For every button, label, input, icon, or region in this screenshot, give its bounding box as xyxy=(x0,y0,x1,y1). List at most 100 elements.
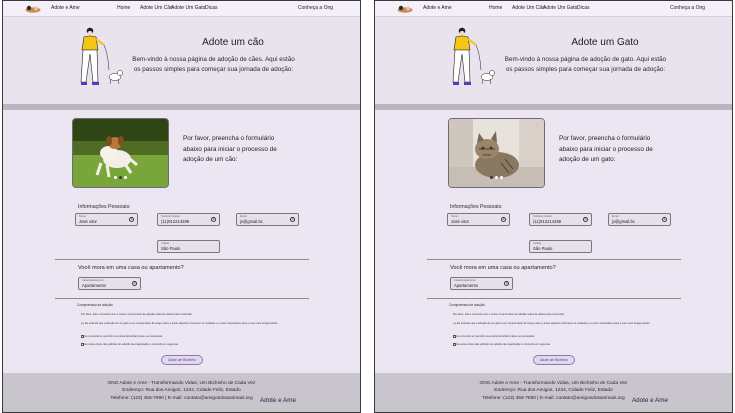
field-label: Nome xyxy=(79,215,86,218)
clear-icon[interactable]: × xyxy=(583,217,588,222)
clear-icon[interactable]: × xyxy=(501,217,506,222)
field-label: Nome xyxy=(451,215,458,218)
hero-section: Adote um cão Bem-vindo à nossa página de… xyxy=(3,18,360,104)
nav-dicas[interactable]: Dicas xyxy=(577,5,590,11)
field-value: Apartamento xyxy=(82,283,106,288)
pet-photo-carousel[interactable] xyxy=(448,118,545,188)
carousel-dot[interactable] xyxy=(495,176,498,179)
footer-brand: Adote e Ame xyxy=(259,397,296,404)
divider xyxy=(55,298,309,299)
personal-info-heading: Informações Pessoais: xyxy=(78,204,131,210)
housing-question: Você mora em uma casa ou apartamento? xyxy=(78,265,184,271)
carousel-dot-active[interactable] xyxy=(119,176,122,179)
top-nav: Adote e Ame Home Adote Um Cão Adote Um G… xyxy=(375,1,732,17)
checkbox[interactable] xyxy=(81,343,84,346)
checkbox[interactable] xyxy=(81,335,84,338)
footer: ONG Adote e Ame - Transformando Vidas, U… xyxy=(375,373,732,412)
field-label: Email xyxy=(612,215,619,218)
divider xyxy=(427,298,681,299)
field-value: São Paulo xyxy=(161,246,181,251)
field-label: Casa/Apartamento xyxy=(454,279,476,282)
page-title: Adote um Gato xyxy=(571,37,639,48)
footer-contact: Telefone: (123) 456-7890 | E-mail: conta… xyxy=(110,396,253,401)
nav-dicas[interactable]: Dicas xyxy=(205,5,218,11)
adoption-page-dog: Adote e Ame Home Adote Um Cão Adote Um G… xyxy=(2,0,361,413)
footer-tagline: ONG Adote e Ame - Transformando Vidas, U… xyxy=(479,381,628,386)
housing-question: Você mora em uma casa ou apartamento? xyxy=(450,265,556,271)
pet-photo-carousel[interactable] xyxy=(72,118,169,188)
commitment-item-3[interactable]: Eu estou ciente das políticas de adoção … xyxy=(453,343,675,346)
carousel-indicators xyxy=(449,166,544,184)
clear-icon[interactable]: × xyxy=(132,281,137,286)
carousel-dot-active[interactable] xyxy=(490,176,493,179)
carousel-dot[interactable] xyxy=(500,176,503,179)
field-label: Email xyxy=(240,215,247,218)
welcome-text: Bem-vindo à nossa página de adoção de cã… xyxy=(132,56,295,73)
nav-adote-gato[interactable]: Adote Um Gato xyxy=(171,5,205,11)
checkbox-label: Eu estou ciente das políticas de adoção … xyxy=(456,343,551,346)
footer-tagline: ONG Adote e Ame - Transformando Vidas, U… xyxy=(107,381,256,386)
field-value: (11)912214289 xyxy=(161,219,190,224)
footer-address: Endereço: Rua dos Amigos, 1234, Cidade F… xyxy=(122,388,241,393)
brand-name[interactable]: Adote e Ame xyxy=(423,5,452,11)
phone-field[interactable]: Telefone Celular (11)912214289 × xyxy=(157,213,220,226)
logo-icon[interactable] xyxy=(397,4,413,13)
nav-home[interactable]: Home xyxy=(117,5,130,11)
checkbox[interactable] xyxy=(453,335,456,338)
commitment-intro: Por favor, leia e concorde com o nosso c… xyxy=(453,313,565,316)
commitment-item-2[interactable]: Eu concordo em permitir uma visita domic… xyxy=(81,335,303,338)
field-label: Telefone Celular xyxy=(161,215,180,218)
logo-icon[interactable] xyxy=(25,4,41,13)
divider-band xyxy=(3,104,360,110)
welcome-text: Bem-vindo à nossa página de adoção de ga… xyxy=(504,56,667,73)
divider xyxy=(55,259,309,260)
commitment-heading: Compromisso de adoção: xyxy=(77,303,114,307)
name-field[interactable]: Nome José vitor × xyxy=(75,213,138,226)
form-intro-text: Por favor, preencha o formulário abaixo … xyxy=(183,135,277,163)
carousel-dot[interactable] xyxy=(114,176,117,179)
field-label: Cidade xyxy=(161,242,170,245)
phone-field[interactable]: Telefone Celular (11)912214289 × xyxy=(529,213,592,226)
nav-adote-gato[interactable]: Adote Um Gato xyxy=(543,5,577,11)
nav-home[interactable]: Home xyxy=(489,5,502,11)
email-field[interactable]: Email jv@gmail.bc × xyxy=(608,213,671,226)
carousel-dot[interactable] xyxy=(124,176,127,179)
person-walking-dog-illustration xyxy=(452,27,495,85)
divider-band xyxy=(375,104,732,110)
adopt-submit-button[interactable]: Adote um Bichinho xyxy=(533,355,575,365)
clear-icon[interactable]: × xyxy=(662,217,667,222)
person-walking-dog-illustration xyxy=(80,27,123,85)
clear-icon[interactable]: × xyxy=(290,217,295,222)
clear-icon[interactable]: × xyxy=(129,217,134,222)
name-field[interactable]: Nome José vitor × xyxy=(447,213,510,226)
field-value: Apartamento xyxy=(454,283,478,288)
email-field[interactable]: Email jv@gmail.bc × xyxy=(236,213,299,226)
field-value: São Paulo xyxy=(533,246,553,251)
footer: ONG Adote e Ame - Transformando Vidas, U… xyxy=(3,373,360,412)
nav-adote-cao[interactable]: Adote Um Cão xyxy=(512,5,545,11)
commitment-item-3[interactable]: Eu estou ciente das políticas de adoção … xyxy=(81,343,303,346)
brand-name[interactable]: Adote e Ame xyxy=(51,5,80,11)
nav-conheca-ong[interactable]: Conheça a Ong xyxy=(670,5,705,11)
housing-select[interactable]: Casa/Apartamento Apartamento × xyxy=(78,277,141,290)
city-field[interactable]: Cidade São Paulo xyxy=(529,240,592,253)
field-value: jv@gmail.bc xyxy=(240,219,263,224)
city-field[interactable]: Cidade São Paulo xyxy=(157,240,220,253)
commitment-item-1[interactable]: (+) Eu entendo que a adoção de um gato é… xyxy=(453,322,675,325)
clear-icon[interactable]: × xyxy=(211,217,216,222)
checkbox[interactable] xyxy=(453,343,456,346)
adopt-submit-button[interactable]: Adote um Bichinho xyxy=(161,355,203,365)
nav-adote-cao[interactable]: Adote Um Cão xyxy=(140,5,173,11)
clear-icon[interactable]: × xyxy=(504,281,509,286)
commitment-item-1[interactable]: (+) Eu entendo que a adoção de um gato é… xyxy=(81,322,303,325)
commitment-intro: Por favor, leia e concorde com o nosso c… xyxy=(81,313,193,316)
field-label: Casa/Apartamento xyxy=(82,279,104,282)
commitment-item-2[interactable]: Eu concordo em permitir uma visita domic… xyxy=(453,335,675,338)
checkbox-label: Eu estou ciente das políticas de adoção … xyxy=(84,343,179,346)
field-label: Cidade xyxy=(533,242,542,245)
nav-conheca-ong[interactable]: Conheça a Ong xyxy=(298,5,333,11)
housing-select[interactable]: Casa/Apartamento Apartamento × xyxy=(450,277,513,290)
personal-info-heading: Informações Pessoais: xyxy=(450,204,503,210)
carousel-indicators xyxy=(73,166,168,184)
top-nav: Adote e Ame Home Adote Um Cão Adote Um G… xyxy=(3,1,360,17)
